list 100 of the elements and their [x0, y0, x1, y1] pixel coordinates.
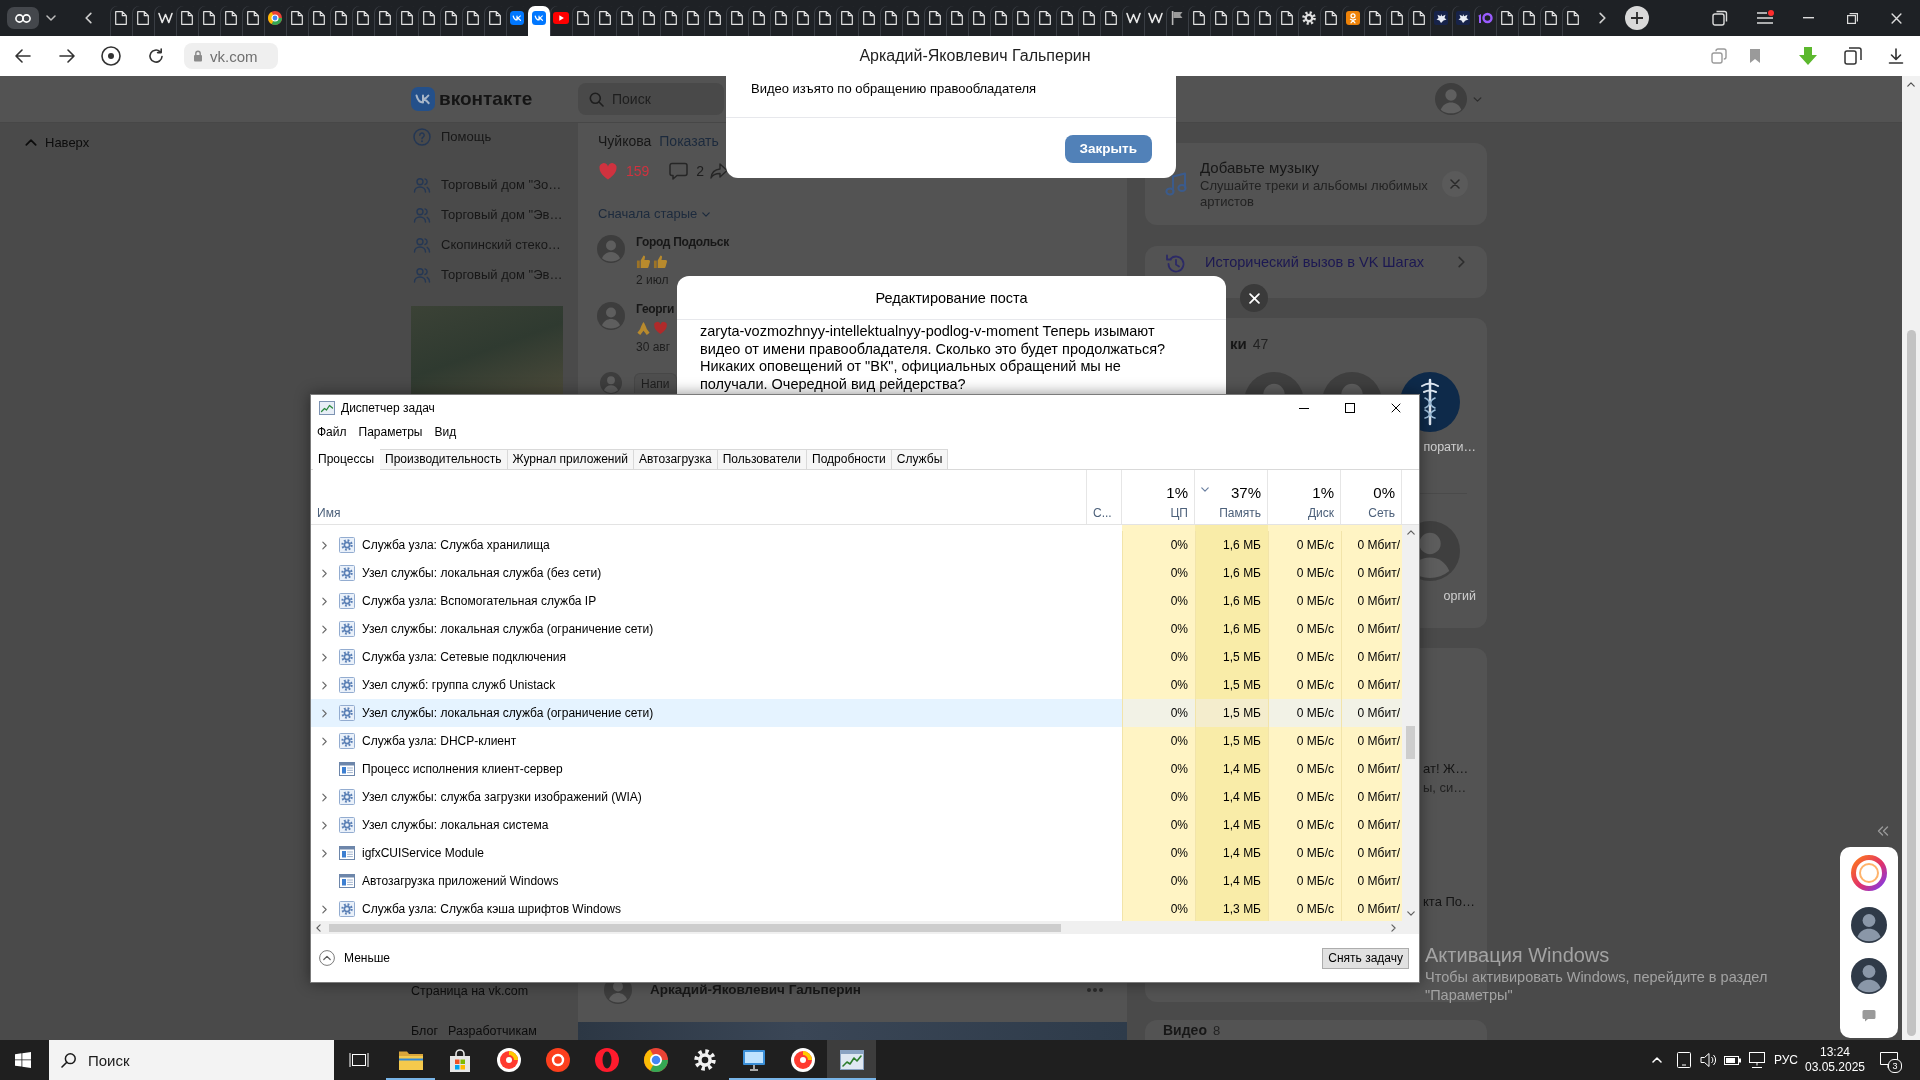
gear-tile-icon	[339, 565, 355, 581]
process-row[interactable]: Автозагрузка приложений Windows 0% 1,4 МБ 0 МБ/с 0 Мбит/	[311, 867, 1402, 895]
page-icon	[1413, 11, 1425, 25]
process-row[interactable]: Узел службы: локальная служба (без сети) 0% 1,6 МБ 0 МБ/с 0 Мбит/	[311, 559, 1402, 587]
chat-icon[interactable]	[1862, 1009, 1876, 1022]
tab[interactable]: Подробности	[807, 449, 892, 469]
process-row[interactable]: Служба узла: Служба хранилища 0% 1,6 МБ 0 МБ/с 0 Мбит/	[311, 531, 1402, 559]
back-arrow-icon[interactable]	[15, 49, 31, 63]
plus-icon	[1631, 12, 1643, 24]
process-row[interactable]: Узел службы: служба загрузки изображений (WIA) 0% 1,4 МБ 0 МБ/с 0 Мбит/	[311, 783, 1402, 811]
chevron-up-icon[interactable]	[1651, 1057, 1662, 1063]
tablet-icon[interactable]	[1675, 1052, 1692, 1068]
cards-icon[interactable]	[1844, 47, 1862, 65]
column-header[interactable]: 37% Память	[1195, 470, 1268, 524]
process-row[interactable]: Служба узла: Сетевые подключения 0% 1,5 МБ 0 МБ/с 0 Мбит/	[311, 643, 1402, 671]
scroll-down-icon[interactable]	[1406, 911, 1415, 916]
chevron-right-icon[interactable]	[321, 904, 327, 914]
tab[interactable]: Журнал приложений	[507, 449, 634, 469]
end-task-button[interactable]: Снять задачу	[1322, 947, 1409, 969]
sort-caret-icon	[1201, 487, 1209, 492]
post-text-field[interactable]: zaryta-vozmozhnyy-intellektualnyy-podlog-v-moment Теперь изымают видео от имени правообладателя. Сколько это будет продолжаться? Никаких оповещений от "ВК", официальных обращений мы не получали. Очередной вид рейдерства?	[700, 323, 1180, 393]
circle-logo-icon[interactable]	[101, 46, 121, 66]
scroll-left-icon[interactable]	[316, 923, 321, 932]
clock-date[interactable]: 03.05.2025	[1804, 1060, 1866, 1075]
menu-item[interactable]: Параметры	[352, 421, 429, 444]
notifications-button[interactable]: 3	[1876, 1040, 1902, 1080]
scroll-up-icon[interactable]	[1406, 530, 1415, 535]
scroll-thumb[interactable]	[1906, 330, 1916, 1036]
search-field[interactable]: Поиск	[49, 1040, 334, 1080]
friend-name[interactable]: порати…	[1423, 439, 1476, 455]
scroll-thumb[interactable]	[329, 923, 1061, 932]
chevron-right-icon[interactable]	[321, 624, 327, 634]
menu-item[interactable]: Файл	[311, 421, 353, 444]
network-icon[interactable]	[1747, 1052, 1766, 1068]
speaker-icon[interactable]	[1699, 1052, 1718, 1068]
browser-menu-button[interactable]	[7, 7, 39, 29]
vertical-scrollbar[interactable]	[1402, 525, 1419, 921]
chevron-right-icon[interactable]	[321, 568, 327, 578]
fewer-details-button[interactable]: Меньше	[319, 950, 390, 966]
column-header[interactable]: Имя	[311, 470, 1087, 524]
scroll-up-icon[interactable]	[1907, 82, 1915, 87]
process-row[interactable]: Узел служб: группа служб Unistack 0% 1,5 МБ 0 МБ/с 0 Мбит/	[311, 671, 1402, 699]
tab[interactable]: Автозагрузка	[633, 449, 718, 469]
process-row[interactable]: Узел службы: локальная служба (ограничение сети) 0% 1,6 МБ 0 МБ/с 0 Мбит/	[311, 615, 1402, 643]
chevron-right-icon[interactable]	[321, 736, 327, 746]
chevron-right-icon[interactable]	[321, 540, 327, 550]
column-header[interactable]: 1% Диск	[1268, 470, 1341, 524]
page-icon	[621, 11, 633, 25]
menu-icon[interactable]	[1756, 10, 1774, 26]
scroll-thumb[interactable]	[1406, 726, 1415, 759]
tab[interactable]: Пользователи	[717, 449, 808, 469]
thumbs-up-icon	[653, 253, 668, 269]
taskbar-app-button[interactable]	[827, 1040, 876, 1080]
browser-tab[interactable]	[528, 6, 550, 36]
download-icon[interactable]	[1888, 48, 1904, 64]
chevron-right-icon[interactable]	[321, 708, 327, 718]
window-stack-icon[interactable]	[1712, 10, 1728, 26]
page-icon	[489, 11, 501, 25]
clock-time[interactable]: 13:24	[1820, 1045, 1850, 1060]
chevron-right-icon[interactable]	[321, 792, 327, 802]
chevron-right-icon[interactable]	[321, 680, 327, 690]
page-icon	[1325, 11, 1337, 25]
friend-name[interactable]: оргий	[1443, 588, 1476, 604]
process-row[interactable]: Служба узла: Служба кэша шрифтов Windows 0% 1,3 МБ 0 МБ/с 0 Мбит/	[311, 895, 1402, 921]
page-scrollbar[interactable]	[1902, 76, 1920, 1040]
column-header[interactable]: С...	[1087, 470, 1122, 524]
tab[interactable]: Производительность	[380, 449, 508, 469]
chevron-right-icon[interactable]	[321, 848, 327, 858]
process-row[interactable]: igfxCUIService Module 0% 1,4 МБ 0 МБ/с 0 Мбит/	[311, 839, 1402, 867]
page-icon	[1545, 11, 1557, 25]
process-row[interactable]: Служба узла: Вспомогательная служба IP 0% 1,6 МБ 0 МБ/с 0 Мбит/	[311, 587, 1402, 615]
round-logo-icon	[790, 1048, 815, 1072]
battery-icon[interactable]	[1723, 1054, 1742, 1066]
avatar-icon[interactable]	[1851, 958, 1887, 994]
chevron-right-icon[interactable]	[321, 820, 327, 830]
address-field[interactable]: vk.com	[184, 43, 278, 69]
overlapping-squares-icon[interactable]	[1711, 48, 1727, 64]
bookmark-icon[interactable]	[1749, 48, 1761, 64]
double-chevron-icon[interactable]	[1877, 826, 1889, 836]
chevron-right-icon[interactable]	[321, 596, 327, 606]
assistant-ring-icon[interactable]	[1850, 854, 1888, 892]
new-tab-button[interactable]	[1625, 6, 1649, 30]
menu-item[interactable]: Вид	[428, 421, 463, 444]
scroll-right-icon[interactable]	[1391, 923, 1396, 932]
process-row[interactable]: Процесс исполнения клиент-сервер 0% 1,4 МБ 0 МБ/с 0 Мбит/	[311, 755, 1402, 783]
close-dialog-button[interactable]: Закрыть	[1064, 135, 1152, 163]
reload-icon[interactable]	[148, 48, 164, 64]
process-row[interactable]: Служба узла: DHCP-клиент 0% 1,5 МБ 0 МБ/с 0 Мбит/	[311, 727, 1402, 755]
tab[interactable]: Службы	[891, 449, 949, 469]
share-icon[interactable]	[710, 163, 729, 179]
process-row[interactable]: Узел службы: локальная система 0% 1,4 МБ 0 МБ/с 0 Мбит/	[311, 811, 1402, 839]
folded-hands-icon	[636, 320, 651, 336]
forward-arrow-icon[interactable]	[59, 49, 75, 63]
chevron-right-icon[interactable]	[321, 652, 327, 662]
horizontal-scrollbar[interactable]	[311, 921, 1419, 934]
column-header[interactable]: 0% Сеть	[1341, 470, 1402, 524]
chevron-down-icon[interactable]	[46, 15, 56, 21]
avatar-icon[interactable]	[1851, 907, 1887, 943]
language-indicator[interactable]: РУС	[1773, 1053, 1798, 1067]
column-header[interactable]: 1% ЦП	[1122, 470, 1195, 524]
